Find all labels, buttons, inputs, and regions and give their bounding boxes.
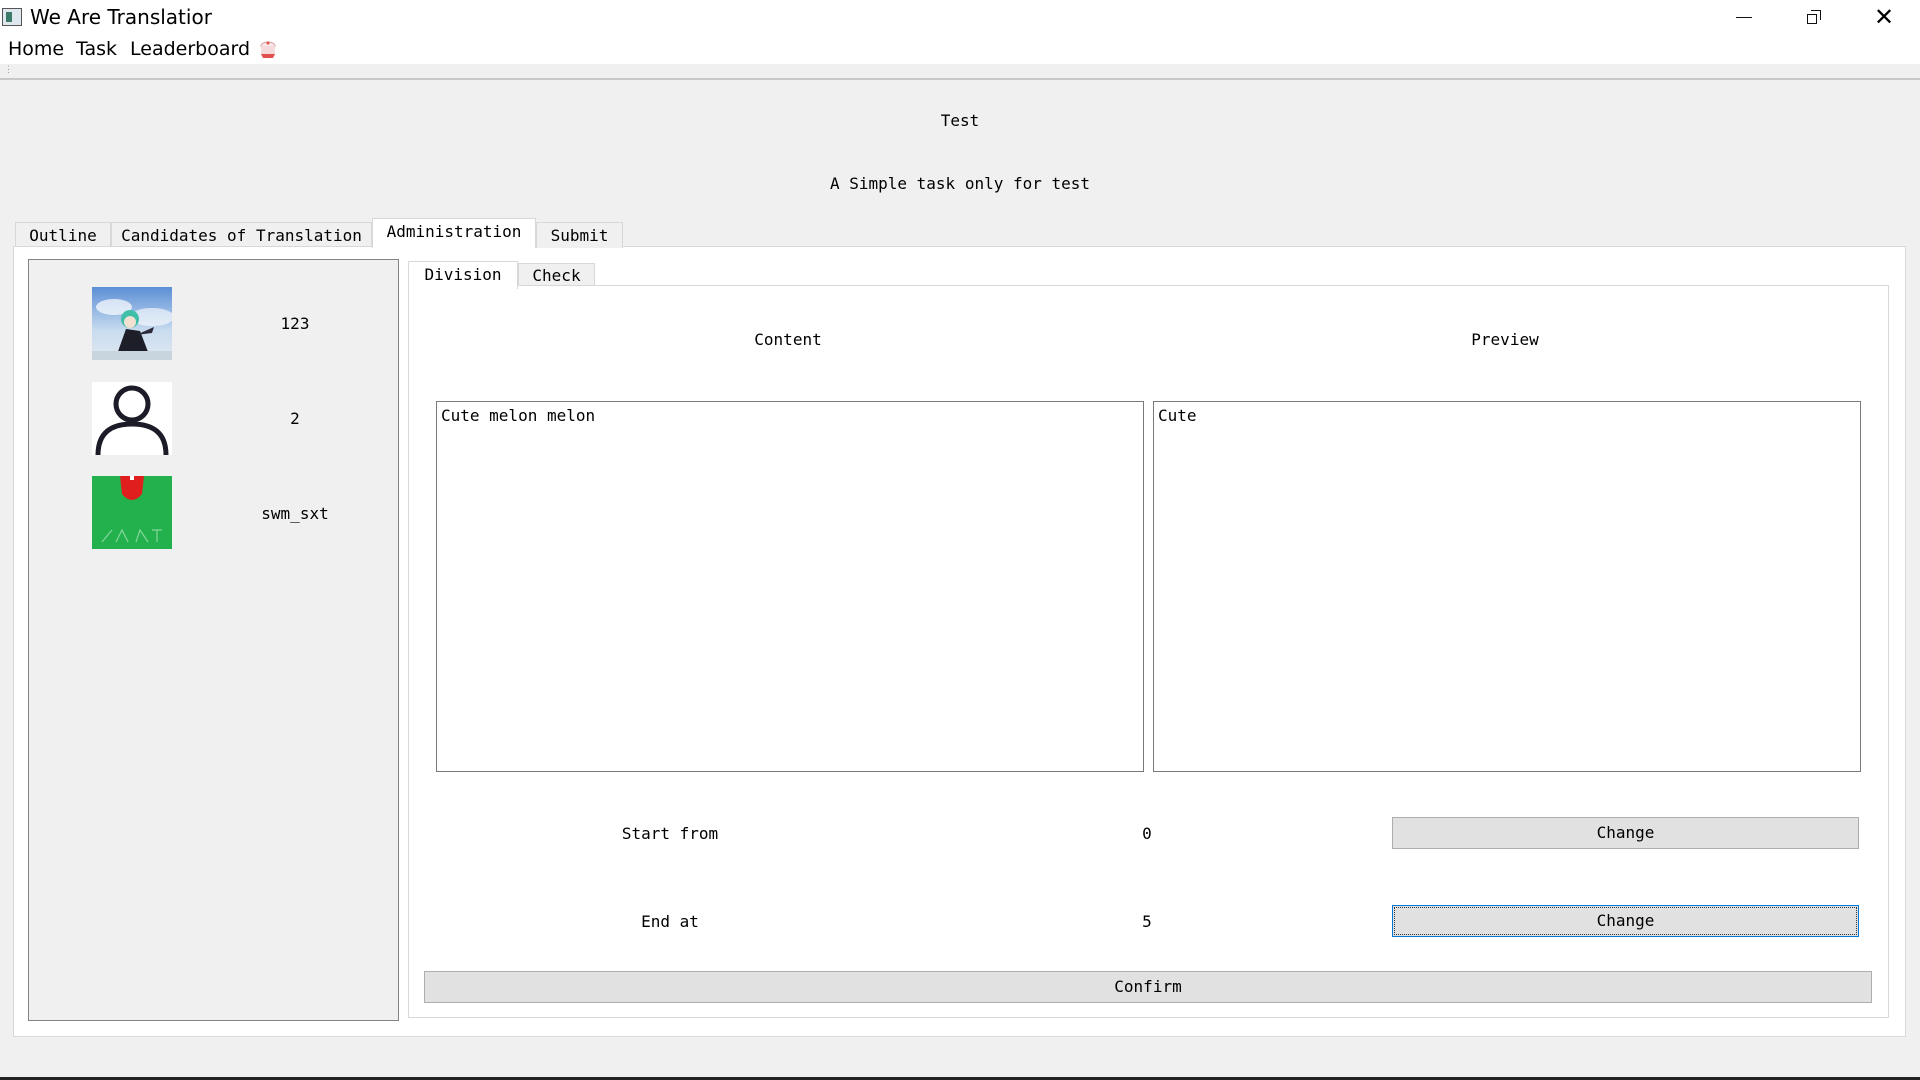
- user-avatar-person-icon[interactable]: [92, 382, 172, 455]
- user-avatar-green[interactable]: [92, 476, 172, 549]
- cake-icon[interactable]: [258, 39, 278, 59]
- tab-candidates-of-translation[interactable]: Candidates of Translation: [111, 222, 372, 248]
- end-at-value: 5: [1142, 912, 1152, 931]
- user-name: 123: [280, 314, 310, 333]
- restore-icon: [1807, 10, 1821, 24]
- menu-task[interactable]: Task: [76, 37, 117, 61]
- preview-textbox[interactable]: Cute: [1153, 401, 1861, 772]
- content-label: Content: [754, 330, 822, 349]
- tab-check[interactable]: Check: [518, 263, 595, 287]
- minimize-button[interactable]: [1710, 0, 1778, 34]
- task-title: Test: [940, 111, 980, 130]
- tab-outline[interactable]: Outline: [15, 222, 111, 248]
- tab-administration[interactable]: Administration: [372, 218, 536, 248]
- close-icon: ✕: [1873, 3, 1895, 31]
- menu-home[interactable]: Home: [8, 37, 64, 61]
- task-description: A Simple task only for test: [829, 174, 1091, 193]
- toolbar-grip[interactable]: ⋮: [4, 66, 13, 75]
- end-change-button[interactable]: Change: [1392, 905, 1859, 937]
- title-bar: [0, 0, 1920, 34]
- content-textbox[interactable]: Cute melon melon: [436, 401, 1144, 772]
- close-button[interactable]: ✕: [1850, 0, 1918, 34]
- confirm-button[interactable]: Confirm: [424, 971, 1872, 1003]
- end-at-label: End at: [641, 912, 699, 931]
- window-title: We Are Translatior: [30, 5, 212, 29]
- tab-division[interactable]: Division: [408, 261, 518, 289]
- menu-leaderboard[interactable]: Leaderboard: [130, 37, 250, 61]
- user-name: swm_sxt: [261, 504, 329, 523]
- toolbar-separator: [0, 78, 1920, 80]
- preview-label: Preview: [1471, 330, 1539, 349]
- start-from-value: 0: [1142, 824, 1152, 843]
- user-name: 2: [290, 409, 300, 428]
- tab-submit[interactable]: Submit: [536, 222, 623, 248]
- app-icon: [2, 8, 22, 26]
- user-list[interactable]: [28, 259, 399, 1021]
- restore-button[interactable]: [1780, 0, 1848, 34]
- user-avatar-anime[interactable]: [92, 287, 172, 360]
- menu-bar: [0, 34, 1920, 64]
- start-from-label: Start from: [621, 824, 719, 843]
- start-change-button[interactable]: Change: [1392, 817, 1859, 849]
